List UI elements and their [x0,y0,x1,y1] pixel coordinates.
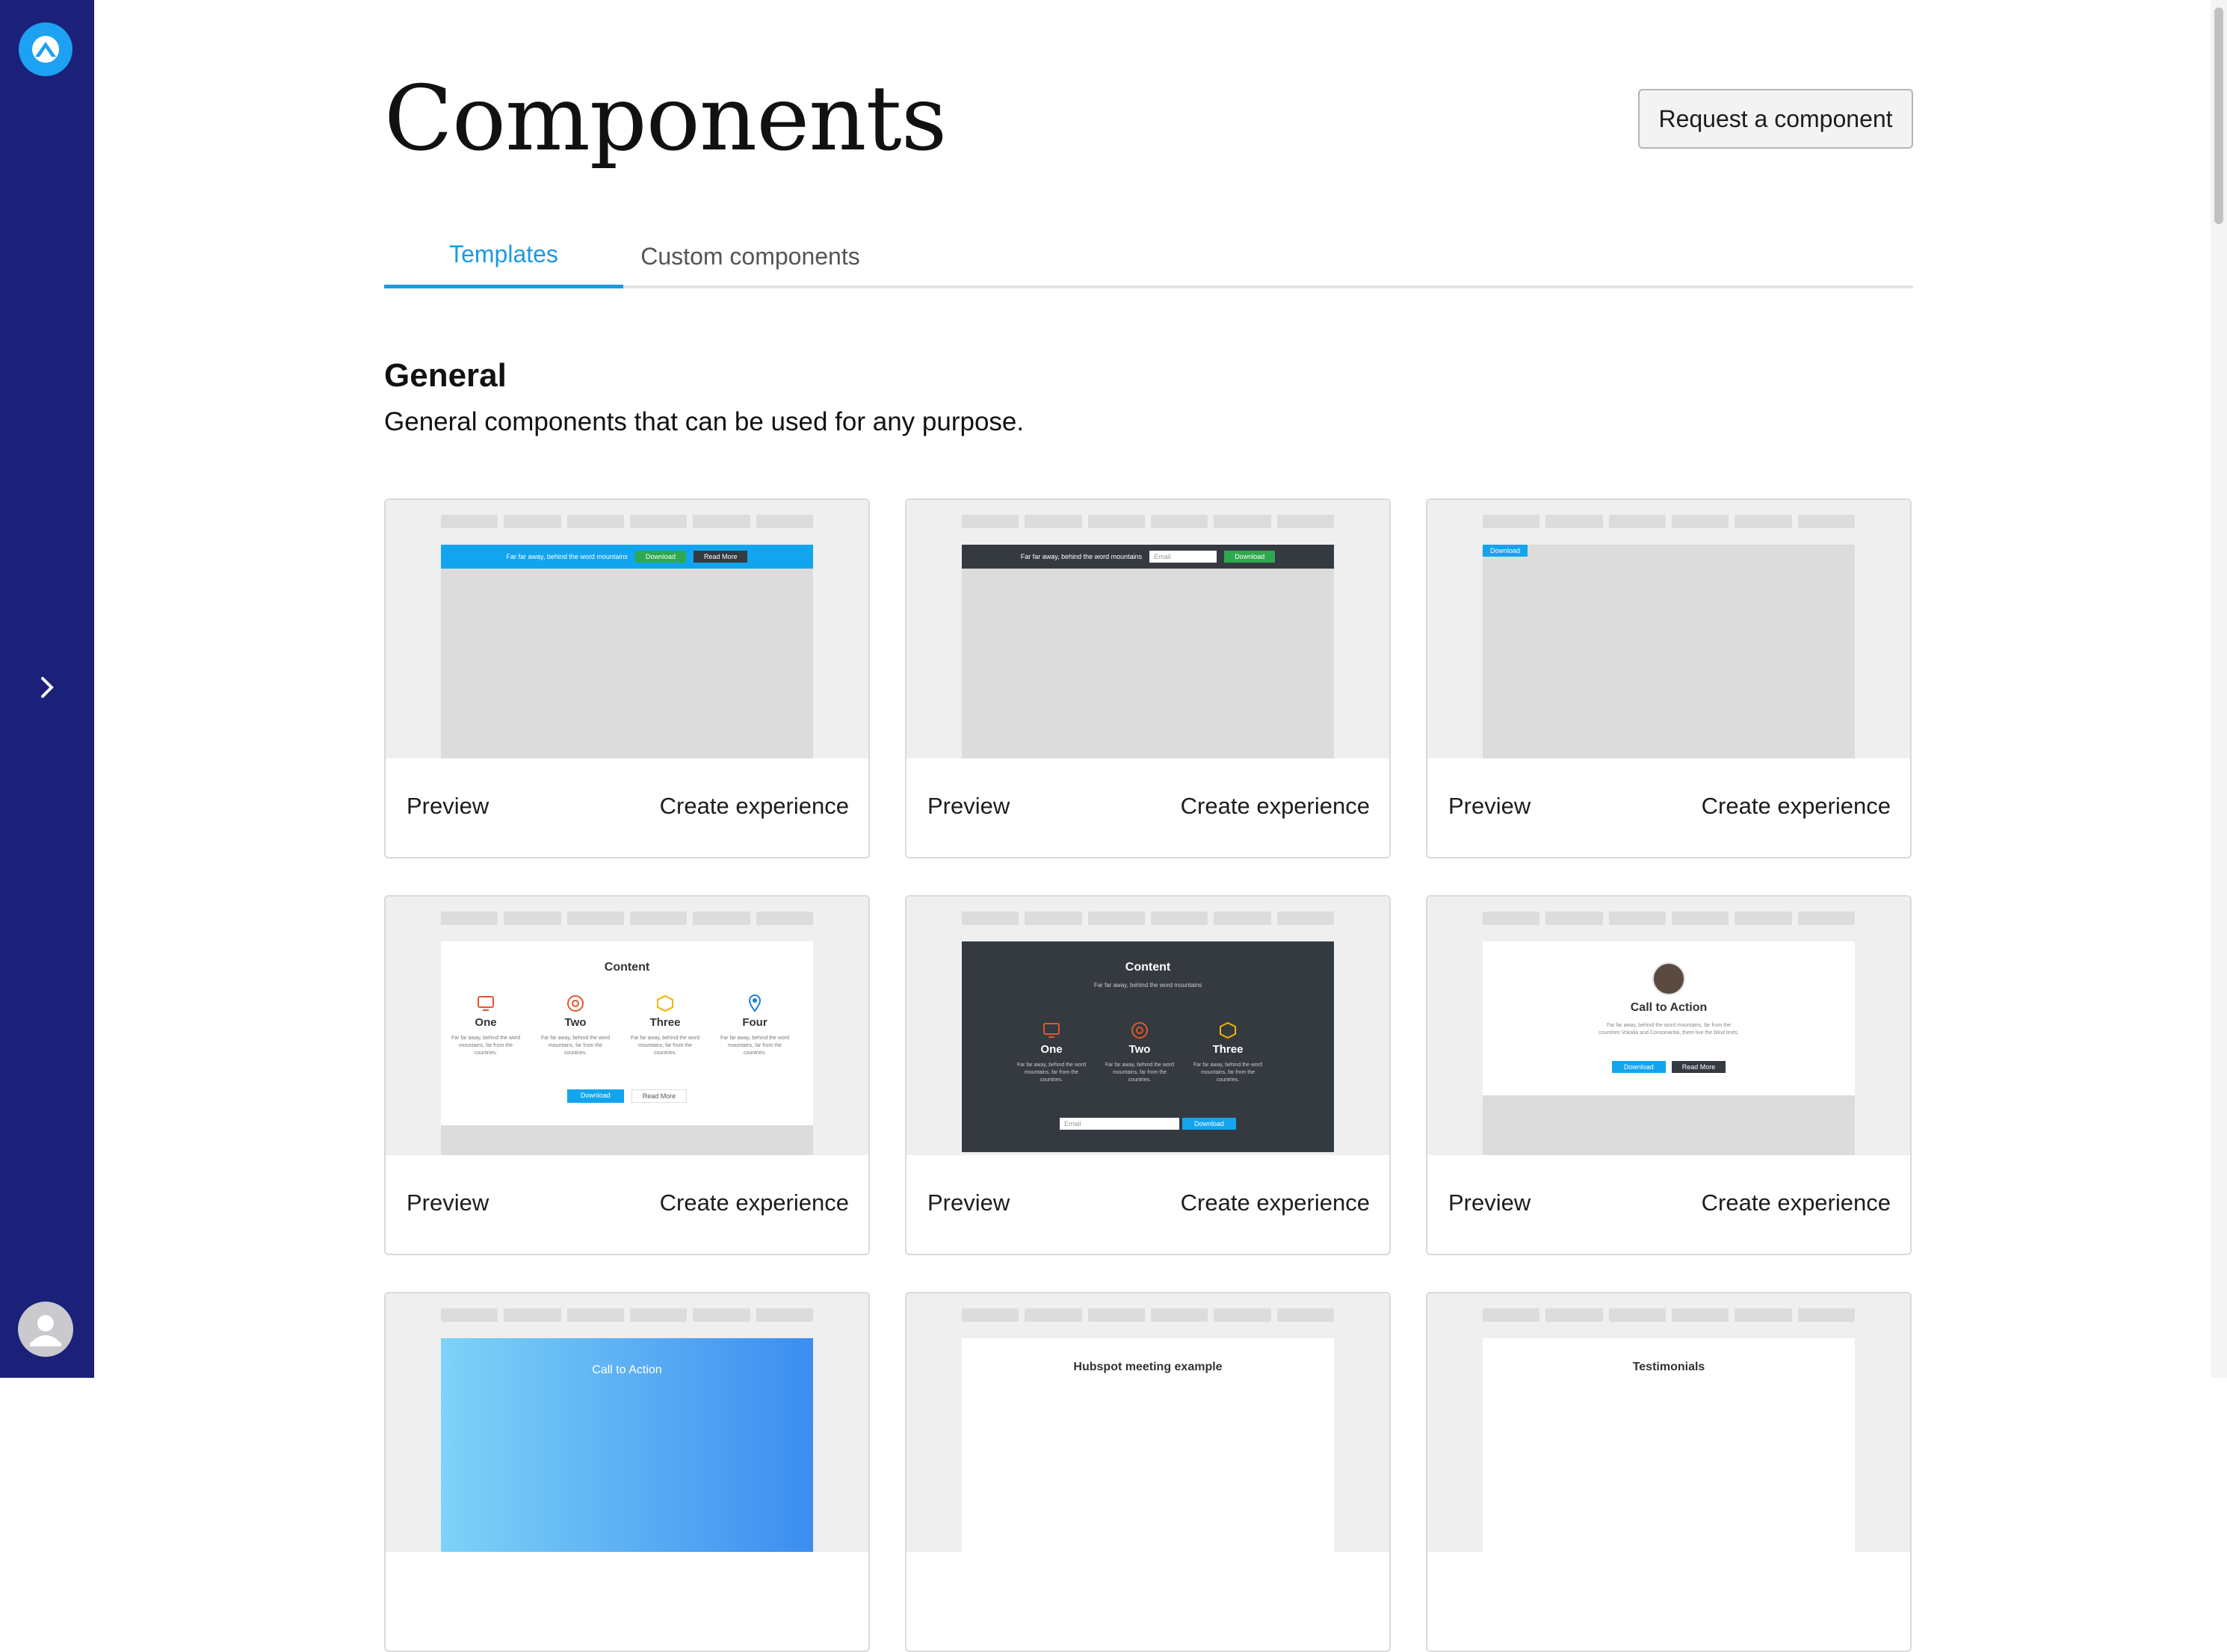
email-field-mini: Email [1059,1118,1179,1130]
template-thumbnail[interactable]: Download [1427,500,1910,758]
main-content: Components Request a component Templates… [384,0,1913,1652]
download-button-mini: Download [1483,545,1528,557]
preview-link[interactable]: Preview [1448,793,1531,820]
preview-link[interactable]: Preview [927,1189,1010,1216]
download-button-mini: Download [1611,1061,1666,1073]
create-experience-link[interactable]: Create experience [660,1189,849,1216]
download-button-mini: Download [566,1089,624,1103]
template-card: Content One Far far away, behind the word… [384,895,870,1255]
scrollbar[interactable] [2211,0,2227,1378]
download-button-mini: Download [634,551,686,563]
feature-col: Three Far far away, behind the word mount… [628,994,702,1057]
download-button-mini: Download [1224,551,1276,563]
create-experience-link[interactable]: Create experience [1181,793,1370,820]
feature-col: Four Far far away, behind the word mounta… [717,994,792,1057]
read-more-button-mini: Read More [631,1089,688,1103]
cta-title-mini: Call to Action [592,1364,662,1376]
cta-text-mini: Far far away, behind the word mountains,… [1599,1023,1739,1036]
download-button-mini: Download [1182,1118,1237,1130]
feature-col: Two Far far away, behind the word mountai… [538,994,613,1057]
feature-col: Two Far far away, behind the word mountai… [1102,1021,1177,1084]
banner-text: Far far away, behind the word mountains [1020,553,1143,560]
template-thumbnail[interactable]: Far far away, behind the word mountains … [386,500,868,758]
read-more-button-mini: Read More [1671,1061,1726,1073]
template-thumbnail[interactable]: Hubspot meeting example [906,1293,1389,1552]
template-thumbnail[interactable]: Content One Far far away, behind the word… [386,897,868,1155]
template-card: Far far away, behind the word mountains … [384,498,870,859]
banner-text: Far far away, behind the word mountains [506,553,628,560]
content-title-mini: Content [1125,961,1171,974]
avatar [1652,962,1685,995]
section-title: General [384,357,507,394]
template-thumbnail[interactable]: Testimonials [1427,1293,1910,1552]
feature-col: One Far far away, behind the word mountai… [1014,1021,1089,1084]
hubspot-title-mini: Hubspot meeting example [1073,1361,1223,1373]
read-more-button-mini: Read More [693,551,748,563]
section-description: General components that can be used for … [384,407,1025,436]
testimonials-title-mini: Testimonials [1632,1361,1705,1373]
template-card: Hubspot meeting example [905,1292,1391,1652]
template-card: Far far away, behind the word mountains … [905,498,1391,859]
content-title-mini: Content [604,961,650,974]
template-card: Call to Action Far far away, behind the … [1426,895,1912,1255]
feature-col: One Far far away, behind the word mountai… [448,994,523,1057]
sidebar [0,0,94,1378]
template-card: Testimonials [1426,1292,1912,1652]
create-experience-link[interactable]: Create experience [1702,1189,1891,1216]
request-component-button[interactable]: Request a component [1638,89,1913,149]
template-card: Call to Action [384,1292,870,1652]
content-subtitle-mini: Far far away, behind the word mountains [1093,982,1202,989]
preview-link[interactable]: Preview [407,1189,489,1216]
tab-bar: Templates Custom components [384,224,1913,288]
feature-col: Three Far far away, behind the word mount… [1190,1021,1265,1084]
preview-link[interactable]: Preview [927,793,1010,820]
app-logo-icon[interactable] [19,22,72,76]
scrollbar-thumb[interactable] [2214,7,2223,224]
chevron-right-icon[interactable] [32,672,62,702]
template-card: Download Preview Create experience [1426,498,1912,859]
email-field-mini: Email [1149,551,1217,563]
template-card: Content Far far away, behind the word mo… [905,895,1391,1255]
create-experience-link[interactable]: Create experience [1181,1189,1370,1216]
template-thumbnail[interactable]: Far far away, behind the word mountains … [906,500,1389,758]
preview-link[interactable]: Preview [1448,1189,1531,1216]
template-thumbnail[interactable]: Call to Action Far far away, behind the … [1427,897,1910,1155]
user-avatar-icon[interactable] [18,1302,73,1357]
tab-templates[interactable]: Templates [384,224,623,288]
create-experience-link[interactable]: Create experience [660,793,849,820]
tab-custom-components[interactable]: Custom components [623,224,877,288]
cta-title-mini: Call to Action [1630,1001,1708,1014]
page-title: Components [384,67,947,171]
create-experience-link[interactable]: Create experience [1702,793,1891,820]
preview-link[interactable]: Preview [407,793,489,820]
template-thumbnail[interactable]: Call to Action [386,1293,868,1552]
template-thumbnail[interactable]: Content Far far away, behind the word mo… [906,897,1389,1155]
